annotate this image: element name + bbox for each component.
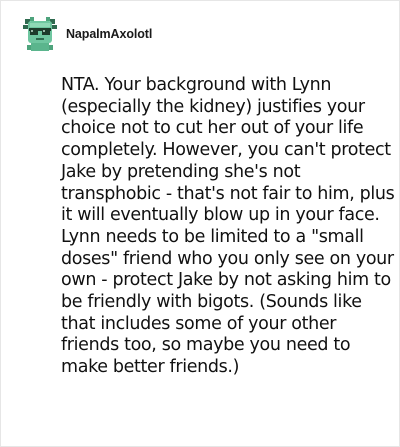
username[interactable]: NapalmAxolotl: [66, 27, 152, 41]
comment-body: NTA. Your background with Lynn (especial…: [61, 75, 400, 378]
post-header: NapalmAxolotl: [21, 15, 152, 53]
comment-post: NapalmAxolotl NTA. Your background with …: [0, 0, 400, 447]
axolotl-sunglasses-avatar-icon[interactable]: [21, 15, 59, 53]
